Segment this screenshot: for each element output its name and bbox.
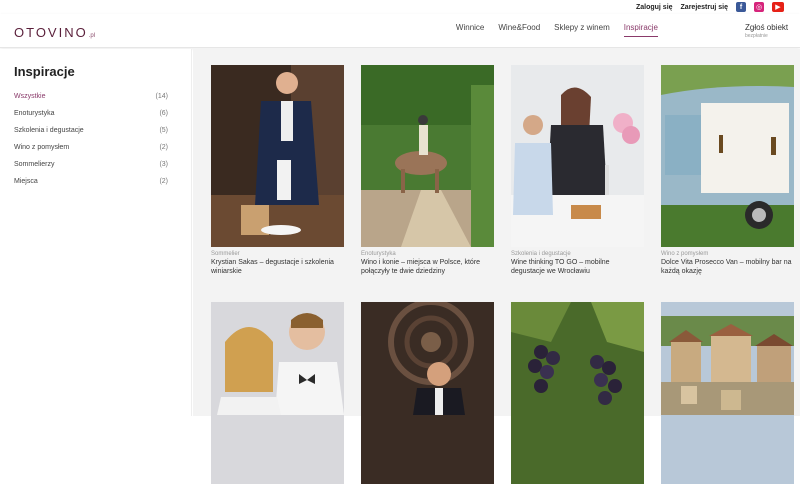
card-image[interactable]: [361, 65, 494, 247]
category-count: (2): [159, 144, 168, 151]
card-image[interactable]: [511, 65, 644, 247]
card-title[interactable]: Dolce Vita Prosecco Van – mobilny bar na…: [661, 258, 794, 276]
logo-text: OTOVINO: [14, 25, 88, 40]
category-count: (2): [159, 178, 168, 185]
nav-winnice[interactable]: Winnice: [456, 23, 484, 37]
card-image[interactable]: [211, 302, 344, 484]
category-wino-z-pomyslem[interactable]: Wino z pomysłem (2): [14, 144, 168, 161]
card-image[interactable]: [661, 65, 794, 247]
card-title[interactable]: Wino i konie – miejsca w Polsce, które p…: [361, 258, 494, 276]
card-image[interactable]: [661, 302, 794, 484]
card-grapes[interactable]: [511, 302, 644, 488]
category-sommelierzy[interactable]: Sommelierzy (3): [14, 161, 168, 178]
nav-wine-food[interactable]: Wine&Food: [498, 23, 540, 37]
report-title: Zgłoś obiekt: [745, 23, 789, 32]
card-wino-z-pomyslem[interactable]: Wino z pomysłem Dolce Vita Prosecco Van …: [661, 65, 794, 276]
category-label: Szkolenia i degustacje: [14, 127, 84, 134]
category-label: Wszystkie: [14, 93, 46, 100]
card-category: Enoturystyka: [361, 251, 396, 257]
main-nav: Winnice Wine&Food Sklepy z winem Inspira…: [456, 23, 658, 37]
category-count: (5): [159, 127, 168, 134]
category-wszystkie[interactable]: Wszystkie (14): [14, 93, 168, 110]
instagram-icon[interactable]: ◎: [754, 2, 764, 12]
card-town[interactable]: [661, 302, 794, 488]
category-label: Enoturystyka: [14, 110, 55, 117]
sidebar-title: Inspiracje: [14, 64, 75, 79]
category-szkolenia[interactable]: Szkolenia i degustacje (5): [14, 127, 168, 144]
card-image[interactable]: [361, 302, 494, 484]
content-grid: Sommelier Krystian Sakas – degustacje i …: [193, 49, 800, 484]
category-list: Wszystkie (14) Enoturystyka (6) Szkolenia …: [14, 93, 168, 195]
report-subtitle: bezpłatnie: [745, 33, 768, 39]
category-enoturystyka[interactable]: Enoturystyka (6): [14, 110, 168, 127]
category-label: Sommelierzy: [14, 161, 55, 168]
category-count: (3): [159, 161, 168, 168]
card-sommelierzy-pair[interactable]: [211, 302, 344, 488]
card-wine-cellar[interactable]: [361, 302, 494, 488]
card-title[interactable]: Krystian Sakas – degustacje i szkolenia …: [211, 258, 344, 276]
card-enoturystyka[interactable]: Enoturystyka Wino i konie – miejsca w Po…: [361, 65, 494, 276]
category-count: (6): [159, 110, 168, 117]
report-object-button[interactable]: Zgłoś obiekt bezpłatnie: [745, 23, 788, 39]
card-category: Wino z pomysłem: [661, 251, 709, 257]
logo-suffix: .pl: [88, 33, 96, 39]
category-count: (14): [155, 93, 168, 100]
card-szkolenia[interactable]: Szkolenia i degustacje Wine thinking TO …: [511, 65, 644, 276]
facebook-icon[interactable]: f: [736, 2, 746, 12]
category-miejsca[interactable]: Miejsca (2): [14, 178, 168, 195]
card-image[interactable]: [211, 65, 344, 247]
nav-sklepy[interactable]: Sklepy z winem: [554, 23, 610, 37]
main-header: OTOVINO.pl Winnice Wine&Food Sklepy z wi…: [0, 14, 800, 48]
login-link[interactable]: Zaloguj się: [636, 4, 673, 11]
sidebar: Inspiracje Wszystkie (14) Enoturystyka (6)…: [0, 49, 192, 416]
category-label: Miejsca: [14, 178, 38, 185]
card-sommelier[interactable]: Sommelier Krystian Sakas – degustacje i …: [211, 65, 344, 276]
card-image[interactable]: [511, 302, 644, 484]
card-category: Szkolenia i degustacje: [511, 251, 571, 257]
nav-inspiracje[interactable]: Inspiracje: [623, 23, 658, 37]
top-bar: Zaloguj się Zarejestruj się f ◎ ▶: [0, 0, 800, 14]
site-logo[interactable]: OTOVINO.pl: [14, 25, 95, 40]
youtube-icon[interactable]: ▶: [772, 2, 784, 12]
register-link[interactable]: Zarejestruj się: [681, 4, 728, 11]
card-title[interactable]: Wine thinking TO GO – mobilne degustacje…: [511, 258, 644, 276]
category-label: Wino z pomysłem: [14, 144, 70, 151]
card-category: Sommelier: [211, 251, 240, 257]
